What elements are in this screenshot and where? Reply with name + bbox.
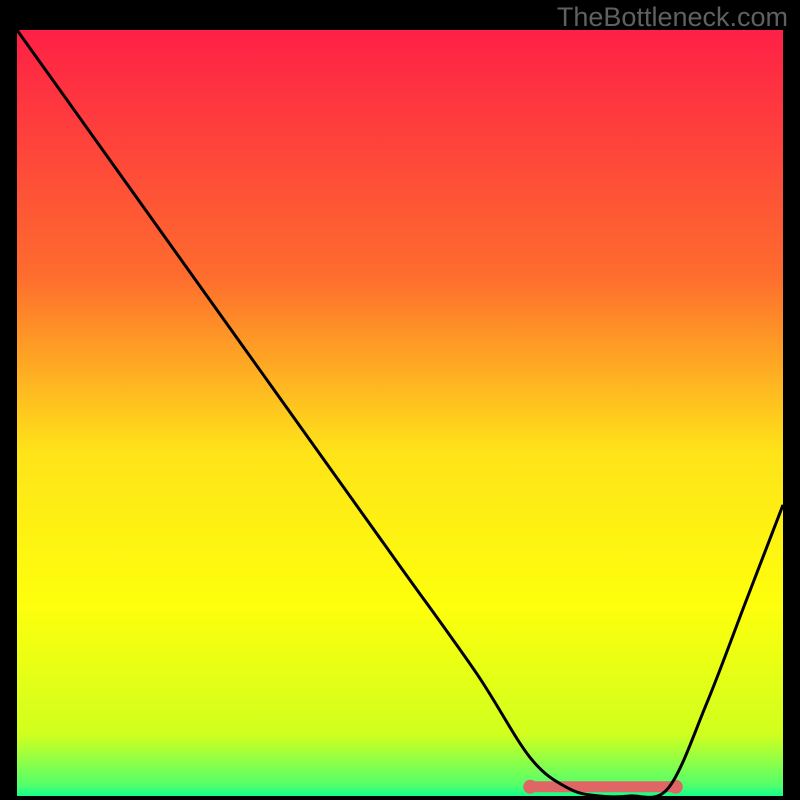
highlight-band — [523, 780, 683, 794]
watermark-text: TheBottleneck.com — [557, 2, 788, 33]
chart-stage: TheBottleneck.com — [0, 0, 800, 800]
bottleneck-chart — [17, 30, 783, 796]
plot-background — [17, 30, 783, 796]
